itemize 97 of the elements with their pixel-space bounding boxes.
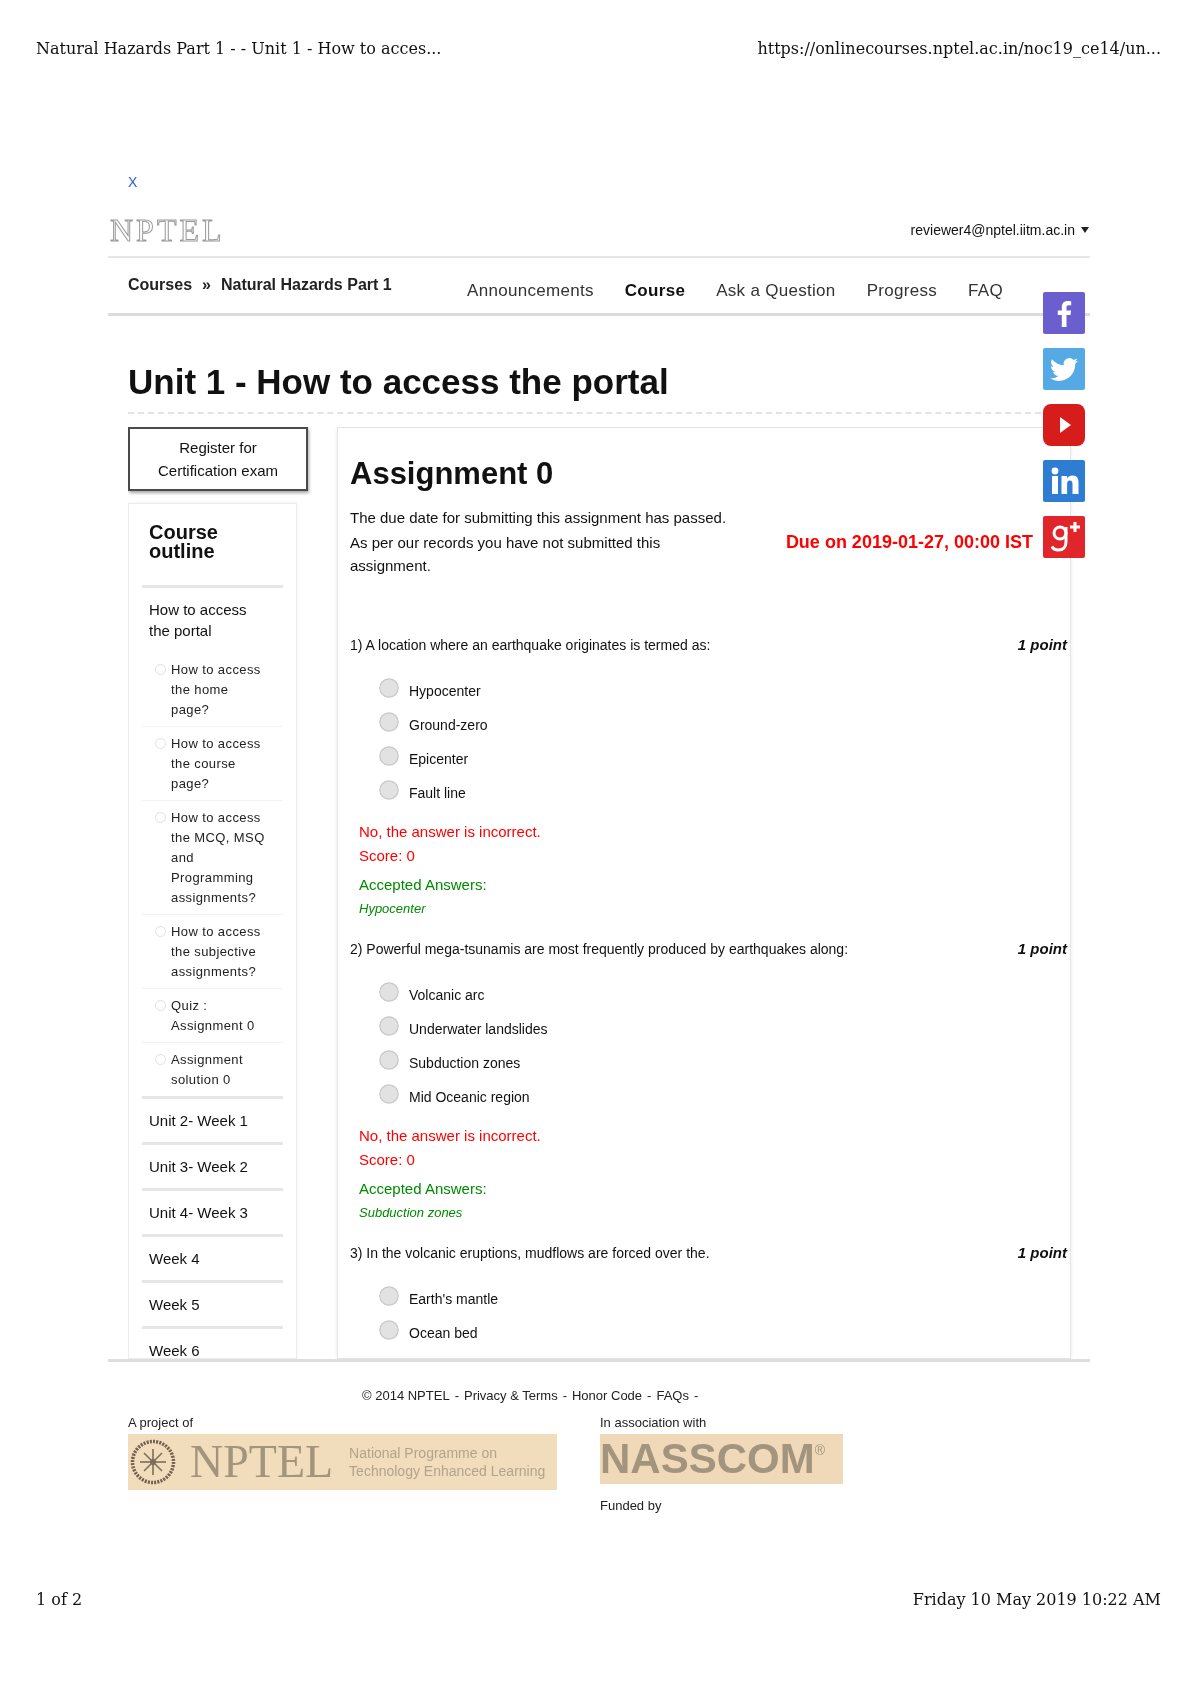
option-label: Underwater landslides xyxy=(409,1021,548,1037)
notice-text: The due date for submitting this assignment has passed. xyxy=(350,508,727,528)
print-header-title: Natural Hazards Part 1 - - Unit 1 - How to acces... xyxy=(36,38,442,60)
google-plus-icon[interactable] xyxy=(1043,516,1085,558)
association-label: In association with xyxy=(600,1414,707,1432)
banner-logo-text: NPTEL xyxy=(190,1437,334,1487)
outline-lesson-link[interactable]: How to access the MCQ, MSQ and Programming assignments? xyxy=(142,801,269,914)
accepted-answers-label: Accepted Answers: xyxy=(359,1179,487,1199)
radio-button[interactable] xyxy=(379,1286,399,1306)
breadcrumb-link[interactable]: Courses xyxy=(128,275,193,295)
sidebar-heading: Course outline xyxy=(149,523,219,561)
outline-unit-link[interactable]: Week 4 xyxy=(142,1237,264,1280)
points-text: 1 point xyxy=(1017,939,1067,959)
footer-separator: - xyxy=(562,1387,567,1405)
radio-button[interactable] xyxy=(379,1084,399,1104)
register-button[interactable]: Register for Certification exam xyxy=(128,427,308,491)
project-label: A project of xyxy=(128,1414,194,1432)
option-label: Subduction zones xyxy=(409,1055,521,1071)
circle-icon xyxy=(155,1054,166,1065)
circle-icon xyxy=(155,738,166,749)
footer-separator: - xyxy=(454,1387,459,1405)
wheel-icon xyxy=(130,1439,176,1485)
circle-icon xyxy=(155,1000,166,1011)
footer-link[interactable]: Honor Code xyxy=(572,1387,643,1405)
caret-icon xyxy=(1081,227,1089,233)
option-label: Ground-zero xyxy=(409,717,488,733)
footer-link[interactable]: FAQs xyxy=(656,1387,689,1405)
option-label: Epicenter xyxy=(409,751,469,767)
page-number: 1 of 2 xyxy=(36,1589,83,1611)
outline-lesson-link[interactable]: Quiz : Assignment 0 xyxy=(142,989,269,1042)
radio-button[interactable] xyxy=(379,712,399,732)
points-text: 1 point xyxy=(1017,635,1067,655)
banner-logo-text: NASSCOM$^{®}$ xyxy=(600,1437,825,1481)
nav-tab[interactable]: Course xyxy=(624,281,686,301)
nav-tab[interactable]: Announcements xyxy=(467,281,594,301)
outline-lesson-link[interactable]: How to access the course page? xyxy=(142,727,269,800)
radio-button[interactable] xyxy=(379,1016,399,1036)
nav-tab[interactable]: FAQ xyxy=(968,281,1003,301)
copyright-text: © 2014 NPTEL xyxy=(362,1387,450,1405)
linkedin-icon[interactable] xyxy=(1043,460,1085,502)
close-link[interactable]: X xyxy=(128,174,138,190)
notice-text: As per our records you have not submitted this assignment. xyxy=(350,533,662,576)
feedback-text: No, the answer is incorrect. xyxy=(359,822,541,842)
user-menu[interactable]: reviewer4@nptel.iitm.ac.in xyxy=(910,221,1089,239)
banner-tagline: Technology Enhanced Learning xyxy=(349,1462,546,1480)
points-text: 1 point xyxy=(1017,1243,1067,1263)
accepted-answers-label: Accepted Answers: xyxy=(359,875,487,895)
page-title: Unit 1 - How to access the portal xyxy=(128,363,669,401)
outline-unit-link[interactable]: Unit 3- Week 2 xyxy=(142,1145,264,1188)
footer-link[interactable]: Privacy & Terms xyxy=(463,1387,558,1405)
accepted-answer-text: Hypocenter xyxy=(359,900,426,918)
print-header-url: https://onlinecourses.nptel.ac.in/noc19_ce14/un... xyxy=(757,38,1161,60)
assignment-title: Assignment 0 xyxy=(350,456,554,492)
question-text: 2) Powerful mega-tsunamis are most frequently produced by earthquakes along: xyxy=(350,940,849,959)
breadcrumb-link[interactable]: Natural Hazards Part 1 xyxy=(220,275,392,295)
site-logo: NPTEL xyxy=(110,212,225,248)
radio-button[interactable] xyxy=(379,678,399,698)
play-button-icon[interactable] xyxy=(1043,404,1085,446)
footer-separator: - xyxy=(647,1387,652,1405)
option-label: Fault line xyxy=(409,785,466,801)
due-date-text: Due on 2019-01-27, 00:00 IST xyxy=(785,531,1033,554)
outline-unit-link[interactable]: How to access the portal xyxy=(142,588,264,652)
question-text: 1) A location where an earthquake originates is termed as: xyxy=(350,636,711,655)
feedback-text: No, the answer is incorrect. xyxy=(359,1126,541,1146)
accepted-answer-text: Subduction zones xyxy=(359,1204,463,1222)
option-label: Mid Oceanic region xyxy=(409,1089,530,1105)
score-text: Score: 0 xyxy=(359,1150,415,1170)
nav-tab[interactable]: Progress xyxy=(866,281,938,301)
outline-unit-link[interactable]: Week 6 xyxy=(142,1329,264,1358)
question-text: 3) In the volcanic eruptions, mudflows are forced over the. xyxy=(350,1244,710,1263)
radio-button[interactable] xyxy=(379,780,399,800)
print-timestamp: Friday 10 May 2019 10:22 AM xyxy=(912,1589,1161,1611)
radio-button[interactable] xyxy=(379,982,399,1002)
option-label: Hypocenter xyxy=(409,683,481,699)
twitter-icon[interactable] xyxy=(1043,348,1085,390)
radio-button[interactable] xyxy=(379,1320,399,1340)
outline-lesson-link[interactable]: How to access the home page? xyxy=(142,653,269,726)
outline-unit-link[interactable]: Unit 4- Week 3 xyxy=(142,1191,264,1234)
footer-separator: - xyxy=(693,1387,699,1405)
outline-lesson-link[interactable]: Assignment solution 0 xyxy=(142,1043,269,1096)
circle-icon xyxy=(155,664,166,675)
outline-lesson-link[interactable]: How to access the subjective assignments? xyxy=(142,915,269,988)
circle-icon xyxy=(155,926,166,937)
radio-button[interactable] xyxy=(379,746,399,766)
circle-icon xyxy=(155,812,166,823)
facebook-icon[interactable] xyxy=(1043,292,1085,334)
banner-tagline: National Programme on xyxy=(349,1444,498,1462)
nav-tab[interactable]: Ask a Question xyxy=(716,281,836,301)
option-label: Earth's mantle xyxy=(409,1291,499,1307)
radio-button[interactable] xyxy=(379,1050,399,1070)
breadcrumb-separator: » xyxy=(202,275,211,295)
option-label: Ocean bed xyxy=(409,1325,478,1341)
option-label: Volcanic arc xyxy=(409,987,485,1003)
score-text: Score: 0 xyxy=(359,846,415,866)
outline-unit-link[interactable]: Week 5 xyxy=(142,1283,264,1326)
funded-label: Funded by xyxy=(600,1497,662,1515)
outline-unit-link[interactable]: Unit 2- Week 1 xyxy=(142,1099,264,1142)
